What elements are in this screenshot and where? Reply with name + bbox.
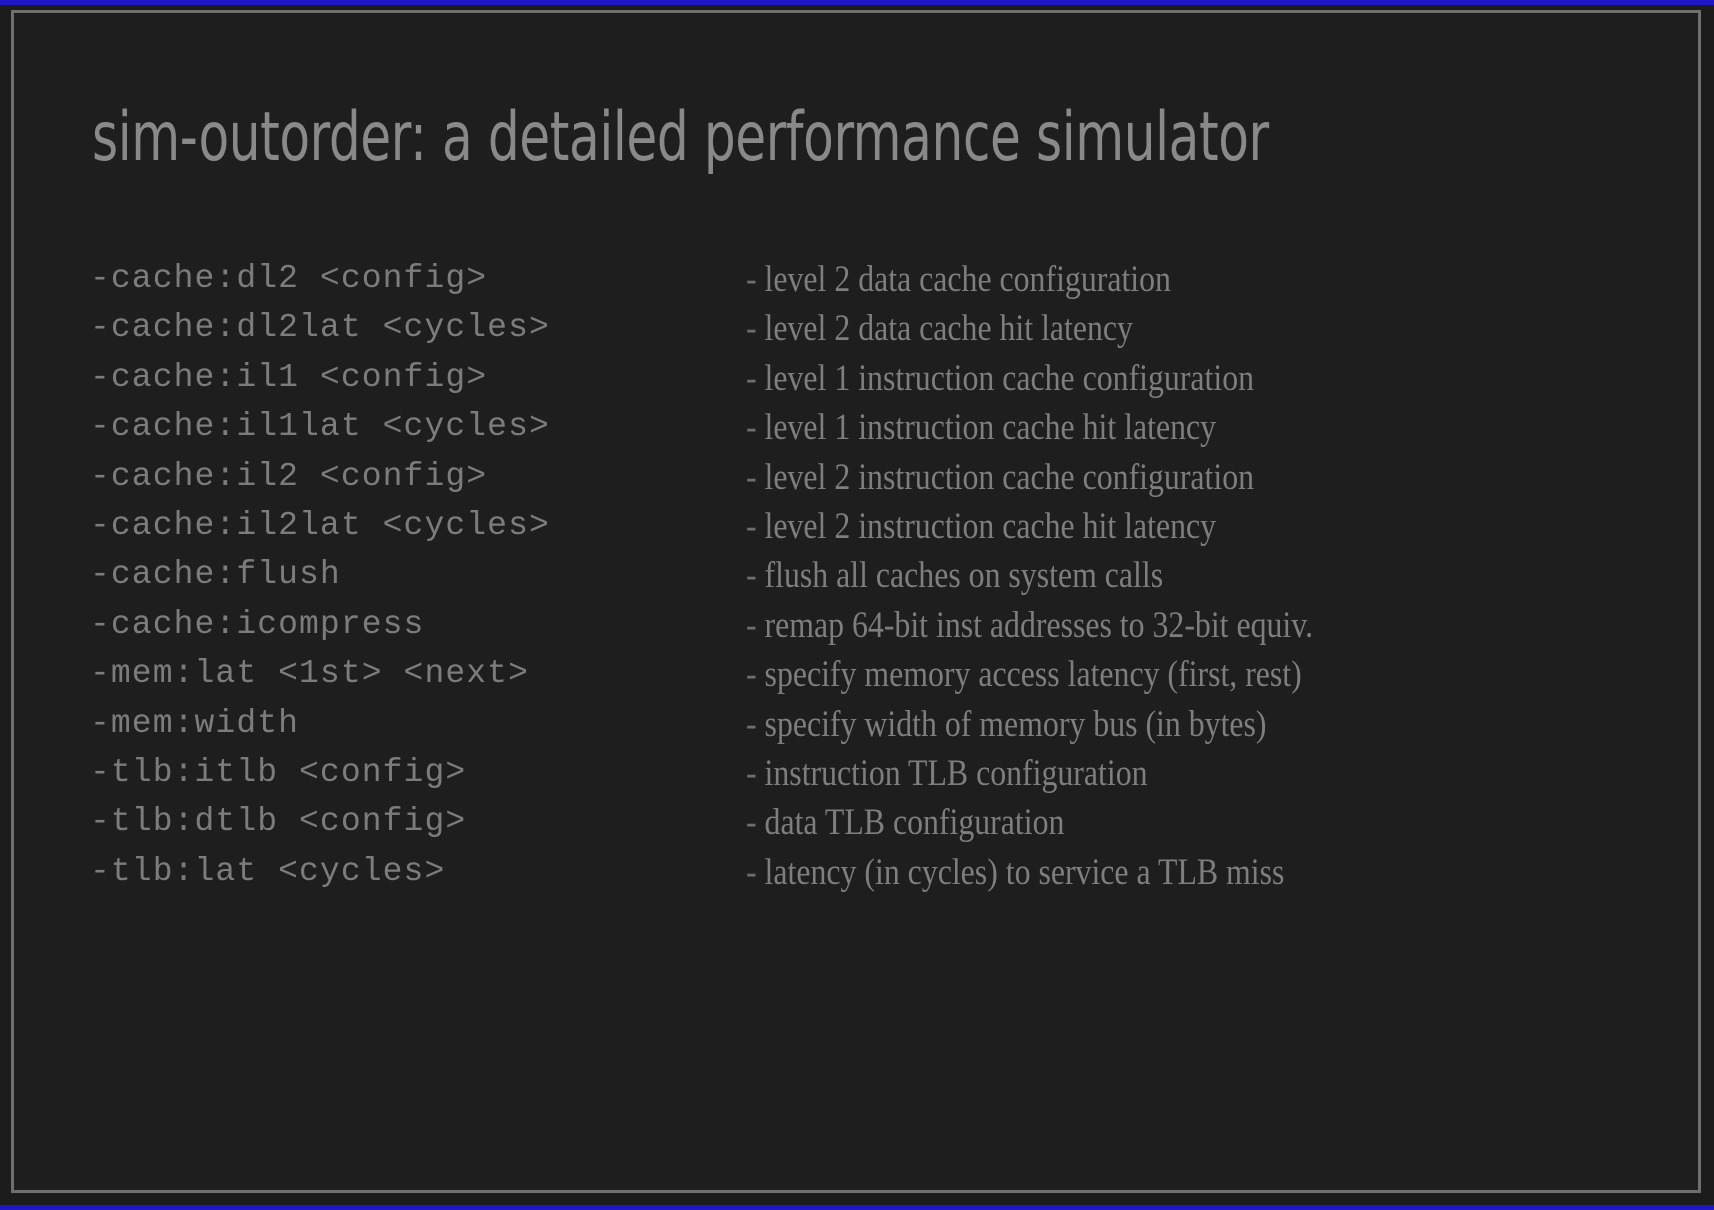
slide-page: sim-outorder: a detailed performance sim… [14,13,1698,1190]
option-description: - level 2 data cache hit latency [746,306,1133,352]
option-description-text: level 1 instruction cache hit latency [764,407,1217,449]
option-flag: -cache:il2lat <cycles> [90,506,550,544]
option-description-text: remap 64-bit inst addresses to 32-bit eq… [764,604,1314,646]
list-bullet: - [746,555,765,597]
list-bullet: - [746,703,765,745]
option-flag: -mem:lat <1st> <next> [90,655,529,693]
option-flag: -cache:il1 <config> [90,358,488,396]
option-row: -cache:il2lat <cycles> - level 2 instruct… [14,503,1698,552]
option-description: - level 1 instruction cache hit latency [746,405,1216,451]
option-description-text: instruction TLB configuration [764,752,1148,794]
option-flag: -mem:width [90,704,300,742]
option-description: - data TLB configuration [746,800,1064,846]
option-row: -mem:width - specify width of memory bus … [14,701,1698,750]
option-flag: -cache:flush [90,556,341,594]
list-bullet: - [746,604,765,646]
option-flag: -tlb:dtlb <config> [90,803,467,841]
list-bullet: - [746,259,765,300]
option-description-text: level 2 data cache configuration [764,259,1171,300]
option-row: -cache:flush - flush all caches on system… [14,552,1698,601]
bottom-accent-strip [0,1205,1714,1210]
option-flag: -tlb:itlb <config> [90,753,467,791]
option-description-text: flush all caches on system calls [764,555,1164,597]
option-description: - specify memory access latency (first, … [746,652,1302,698]
option-description: - instruction TLB configuration [746,751,1148,797]
slide-frame: sim-outorder: a detailed performance sim… [11,10,1701,1193]
option-description-text: level 2 instruction cache configuration [764,456,1255,498]
list-bullet: - [746,357,765,399]
option-row: -tlb:dtlb <config> - data TLB configurati… [14,799,1698,848]
option-description-text: level 2 instruction cache hit latency [764,505,1217,547]
option-flag: -cache:il2 <config> [90,457,488,495]
option-flag: -cache:icompress [90,605,425,643]
option-description: - level 2 data cache configuration [746,257,1171,303]
list-bullet: - [746,752,765,794]
option-description-text: level 2 data cache hit latency [764,308,1133,350]
options-list: -cache:dl2 <config> - level 2 data cache … [14,256,1698,898]
option-row: -cache:il2 <config> - level 2 instruction… [14,454,1698,503]
option-description: - level 2 instruction cache hit latency [746,504,1216,550]
option-row: -tlb:itlb <config> - instruction TLB conf… [14,750,1698,799]
option-description: - level 2 instruction cache configuratio… [746,455,1254,501]
option-row: -cache:icompress - remap 64-bit inst addr… [14,602,1698,651]
option-flag: -cache:il1lat <cycles> [90,408,550,446]
list-bullet: - [746,308,765,350]
option-description-text: level 1 instruction cache configuration [764,357,1255,399]
option-flag: -cache:dl2lat <cycles> [90,309,550,347]
option-flag: -cache:dl2 <config> [90,260,488,297]
list-bullet: - [746,802,765,844]
option-description: - remap 64-bit inst addresses to 32-bit … [746,603,1313,649]
option-row: -cache:il1 <config> - level 1 instruction… [14,355,1698,404]
page-title: sim-outorder: a detailed performance sim… [92,98,1269,177]
option-description-text: latency (in cycles) to service a TLB mis… [764,851,1285,893]
option-description-text: specify memory access latency (first, re… [764,654,1302,696]
option-row: -cache:dl2lat <cycles> - level 2 data cac… [14,305,1698,354]
option-description: - specify width of memory bus (in bytes) [746,702,1267,748]
slide-viewer: sim-outorder: a detailed performance sim… [0,0,1714,1210]
list-bullet: - [746,654,765,696]
option-description-text: specify width of memory bus (in bytes) [764,703,1267,745]
option-row: -tlb:lat <cycles> - latency (in cycles) t… [14,849,1698,898]
option-flag: -tlb:lat <cycles> [90,852,446,890]
list-bullet: - [746,456,765,498]
list-bullet: - [746,851,765,893]
list-bullet: - [746,407,765,449]
option-row: -mem:lat <1st> <next> - specify memory ac… [14,651,1698,700]
option-description: - latency (in cycles) to service a TLB m… [746,850,1284,896]
option-description: - flush all caches on system calls [746,553,1163,599]
option-row: -cache:dl2 <config> - level 2 data cache … [14,256,1698,305]
option-description-text: data TLB configuration [764,802,1065,844]
option-description: - level 1 instruction cache configuratio… [746,356,1254,402]
list-bullet: - [746,505,765,547]
option-row: -cache:il1lat <cycles> - level 1 instruct… [14,404,1698,453]
